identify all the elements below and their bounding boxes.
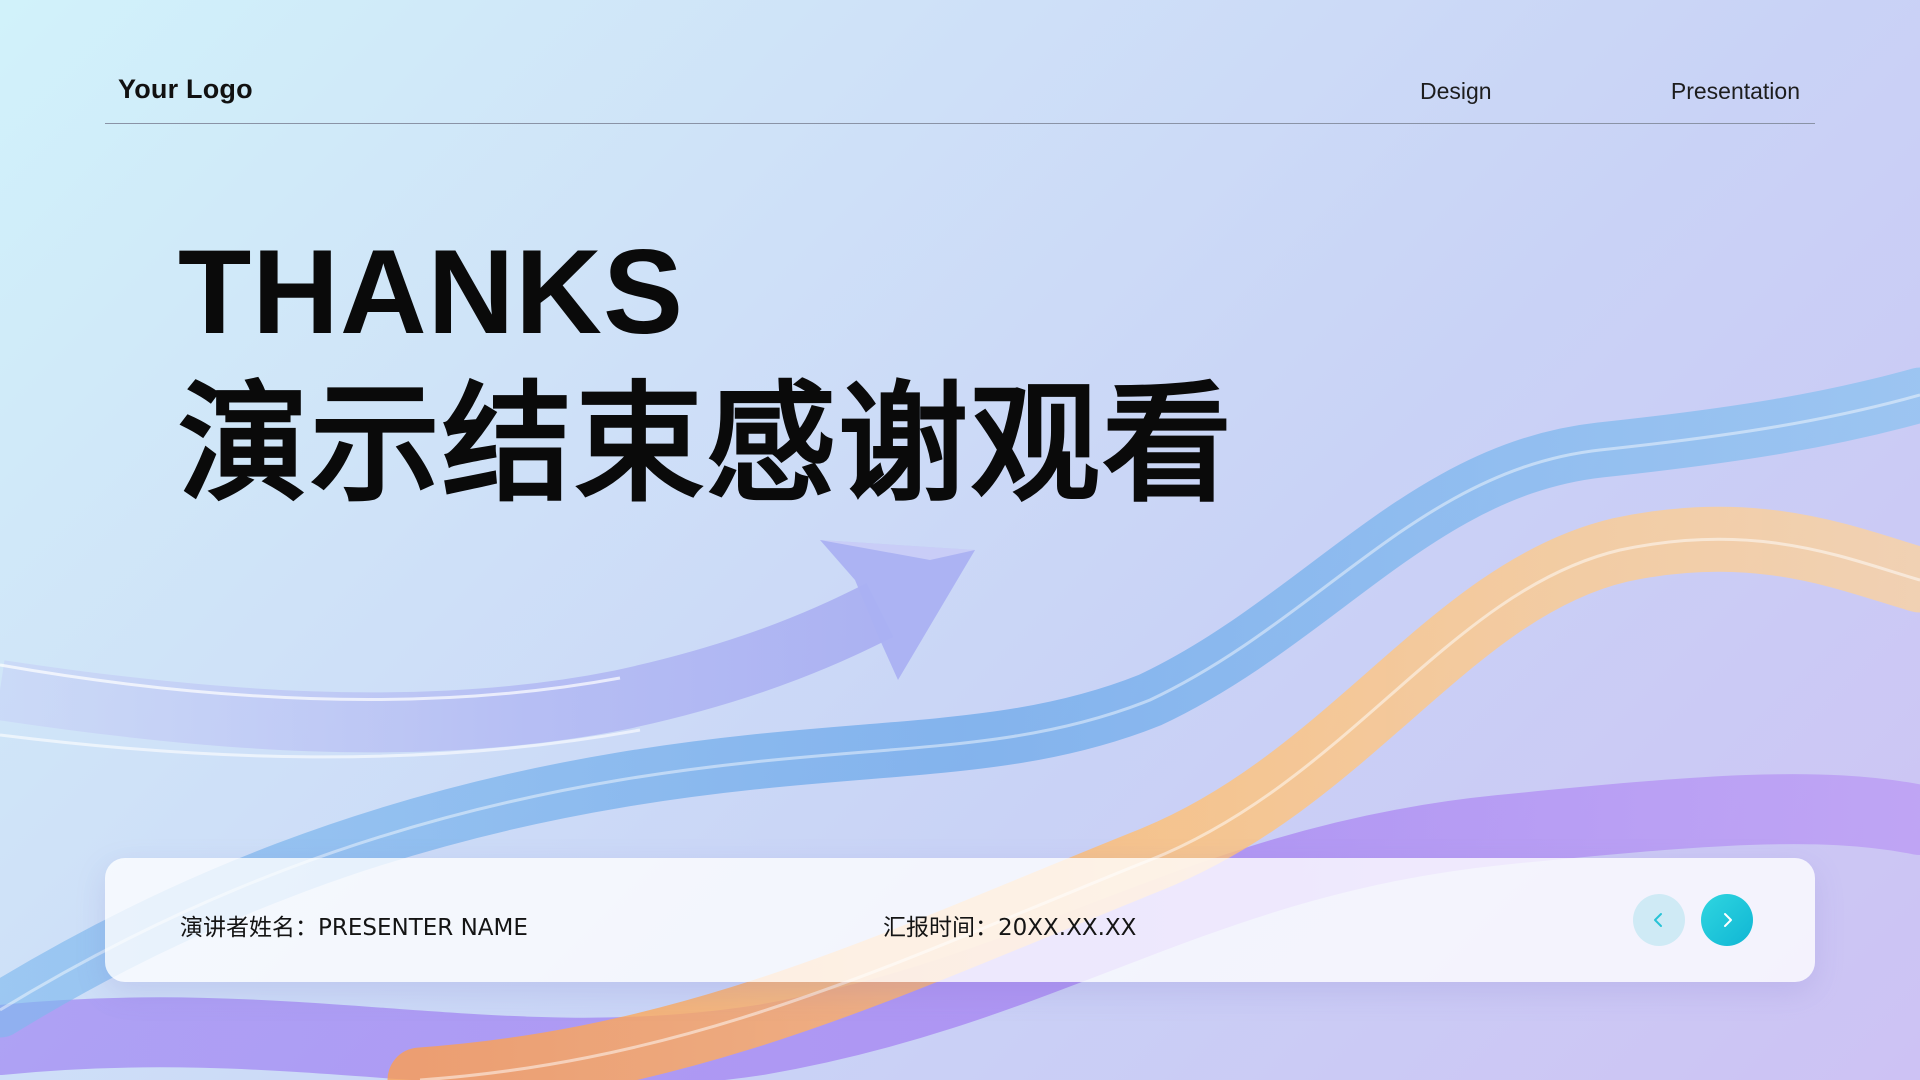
title-thanks: THANKS [178, 225, 684, 359]
slide: Your Logo Design Presentation THANKS 演示结… [0, 0, 1920, 1080]
title-chinese: 演示结束感谢观看 [178, 368, 1235, 520]
report-time: 汇报时间：20XX.XX.XX [883, 915, 1137, 941]
nav-presentation[interactable]: Presentation [1671, 78, 1800, 105]
chevron-left-icon [1654, 913, 1662, 927]
header-divider [105, 123, 1815, 124]
next-button[interactable] [1701, 894, 1753, 946]
footer-card: 演讲者姓名：PRESENTER NAME 汇报时间：20XX.XX.XX [105, 858, 1815, 982]
presenter-name: 演讲者姓名：PRESENTER NAME [180, 915, 528, 941]
nav-design[interactable]: Design [1420, 78, 1492, 105]
previous-button[interactable] [1633, 894, 1685, 946]
logo: Your Logo [118, 74, 253, 104]
chevron-right-icon [1724, 913, 1732, 927]
